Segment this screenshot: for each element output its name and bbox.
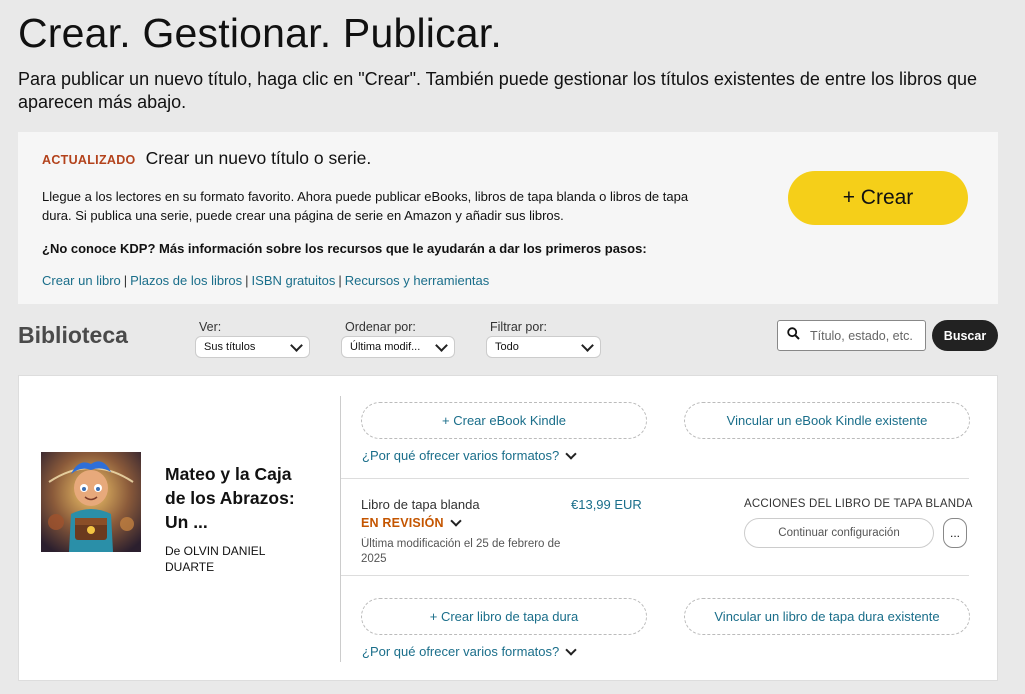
link-free-isbn[interactable]: ISBN gratuitos (252, 273, 336, 288)
why-formats-link-hardcover[interactable]: ¿Por qué ofrecer varios formatos? (362, 643, 577, 659)
create-kindle-ebook-button[interactable]: + Crear eBook Kindle (361, 402, 647, 439)
sort-select[interactable]: Última modif... (341, 336, 455, 358)
link-create-book[interactable]: Crear un libro (42, 273, 121, 288)
paperback-last-modified: Última modificación el 25 de febrero de … (361, 538, 561, 564)
book-title[interactable]: Mateo y la Caja de los Abrazos: Un ... (165, 462, 315, 534)
promo-header: ACTUALIZADO Crear un nuevo título o seri… (42, 148, 371, 169)
link-resources-tools[interactable]: Recursos y herramientas (345, 273, 490, 288)
link-kindle-ebook-button[interactable]: Vincular un eBook Kindle existente (684, 402, 970, 439)
page-title: Crear. Gestionar. Publicar. (18, 10, 502, 56)
status-select[interactable]: Todo (486, 336, 601, 358)
column-divider (340, 396, 341, 662)
book-cover-image[interactable] (41, 452, 141, 552)
link-hardcover-button[interactable]: Vincular un libro de tapa dura existente (684, 598, 970, 635)
more-actions-button[interactable]: ... (943, 518, 967, 548)
link-book-deadlines[interactable]: Plazos de los libros (130, 273, 242, 288)
why-formats-label: ¿Por qué ofrecer varios formatos? (362, 448, 560, 463)
status-label: EN REVISIÓN (361, 516, 444, 530)
paperback-price[interactable]: €13,99 EUR (571, 497, 642, 512)
view-select-value: Sus títulos (204, 341, 256, 353)
search-input[interactable] (808, 327, 924, 344)
link-separator: | (245, 273, 249, 288)
chevron-down-icon (435, 338, 448, 352)
continue-setup-button[interactable]: Continuar configuración (744, 518, 934, 548)
view-filter-label: Ver: (199, 320, 222, 334)
status-select-value: Todo (495, 341, 519, 353)
view-select[interactable]: Sus títulos (195, 336, 310, 358)
chevron-down-icon (581, 338, 594, 352)
paperback-format-label: Libro de tapa blanda (361, 497, 480, 512)
why-formats-link-ebook[interactable]: ¿Por qué ofrecer varios formatos? (362, 447, 577, 463)
paperback-actions-label: ACCIONES DEL LIBRO DE TAPA BLANDA (744, 498, 973, 510)
chevron-down-icon (450, 515, 462, 527)
status-filter-label: Filtrar por: (490, 320, 547, 334)
create-button[interactable]: + Crear (788, 171, 968, 225)
updated-badge: ACTUALIZADO (42, 153, 136, 167)
status-filter: Filtrar por: Todo (486, 320, 601, 358)
sort-filter: Ordenar por: Última modif... (341, 320, 455, 358)
view-filter: Ver: Sus títulos (195, 320, 310, 358)
why-formats-label: ¿Por qué ofrecer varios formatos? (362, 644, 560, 659)
link-separator: | (338, 273, 342, 288)
search-button[interactable]: Buscar (932, 320, 998, 351)
promo-title: Crear un nuevo título o serie. (145, 148, 372, 168)
promo-links: Crear un libro | Plazos de los libros | ISBN… (42, 273, 489, 288)
create-promo-panel: ACTUALIZADO Crear un nuevo título o seri… (18, 132, 998, 304)
sort-select-value: Última modif... (350, 341, 421, 353)
link-separator: | (123, 273, 128, 288)
sort-filter-label: Ordenar por: (345, 320, 416, 334)
create-hardcover-button[interactable]: + Crear libro de tapa dura (361, 598, 647, 635)
search-box (777, 320, 926, 351)
library-title: Biblioteca (18, 322, 128, 348)
section-divider (341, 575, 969, 576)
chevron-down-icon (565, 447, 577, 460)
search-icon (787, 326, 800, 345)
chevron-down-icon (290, 338, 303, 352)
book-author: De OLVIN DANIEL DUARTE (165, 544, 266, 574)
chevron-down-icon (565, 643, 577, 656)
paperback-status[interactable]: EN REVISIÓN (361, 515, 462, 530)
page-subtitle: Para publicar un nuevo título, haga clic… (18, 69, 978, 112)
promo-description: Llegue a los lectores en su formato favo… (42, 189, 689, 223)
promo-question: ¿No conoce KDP? Más información sobre lo… (42, 241, 647, 256)
section-divider (341, 478, 969, 479)
book-card: Mateo y la Caja de los Abrazos: Un ... D… (18, 375, 998, 681)
